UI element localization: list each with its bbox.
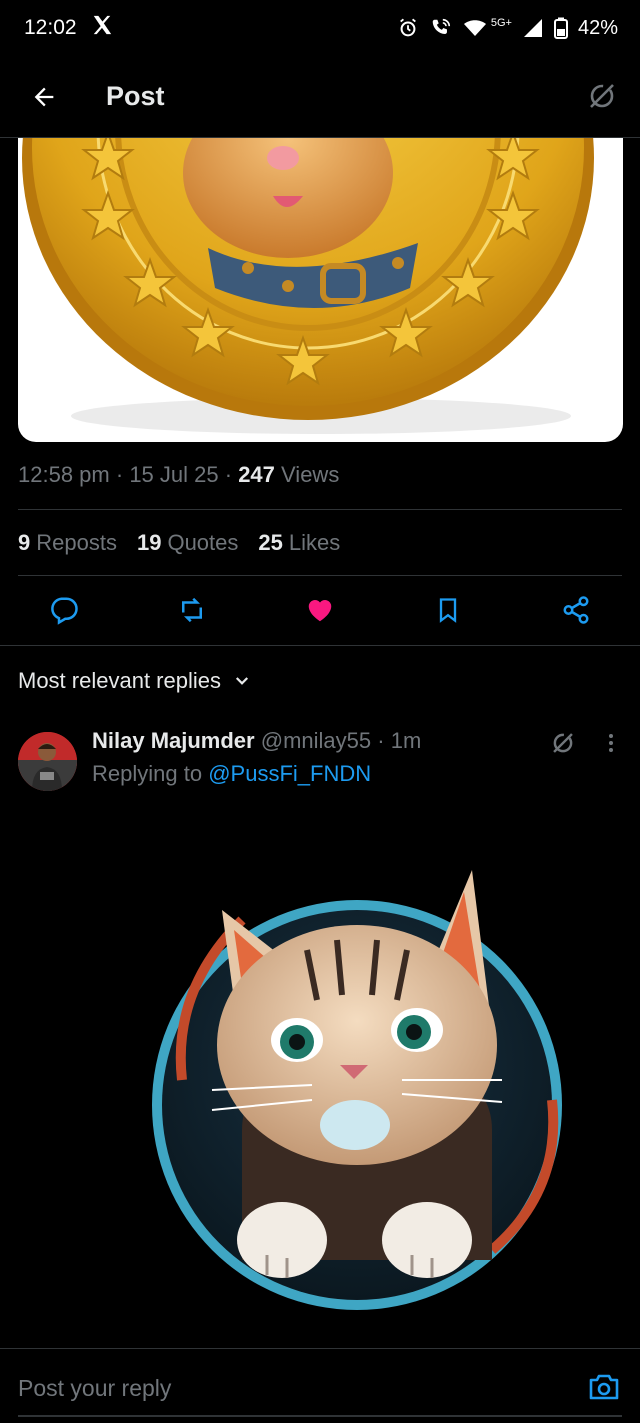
reply-author-handle[interactable]: @mnilay55 [261, 728, 371, 753]
bookmark-button[interactable] [424, 586, 472, 634]
top-app-bar: Post [0, 56, 640, 138]
reply-input[interactable]: Post your reply [18, 1375, 171, 1402]
signal-icon [522, 17, 544, 39]
grok-button[interactable] [582, 76, 622, 116]
back-arrow-icon [34, 87, 54, 106]
post-date: 15 Jul 25 [129, 462, 219, 487]
reposts-stat[interactable]: 9 Reposts [18, 530, 117, 556]
divider [0, 645, 640, 646]
reply-author-name[interactable]: Nilay Majumder [92, 728, 255, 753]
post-image[interactable] [18, 138, 623, 442]
reply-more-button[interactable] [596, 726, 626, 760]
replying-prefix: Replying to [92, 761, 203, 786]
post-time: 12:58 pm [18, 462, 110, 487]
reply-age: 1m [390, 728, 422, 753]
views-count[interactable]: 247 [238, 462, 275, 487]
reply-button[interactable] [40, 586, 88, 634]
battery-level: 42% [577, 16, 618, 39]
reply-header: Nilay Majumder @mnilay55 · 1m [92, 728, 422, 753]
reply-icon [51, 597, 78, 625]
post-meta: 12:58 pm · 15 Jul 25 · 247 Views [18, 462, 340, 487]
reply-sort-dropdown[interactable]: Most relevant replies [18, 668, 251, 694]
avatar[interactable] [18, 732, 77, 791]
wifi-icon [463, 18, 487, 38]
divider [18, 575, 622, 576]
chevron-down-icon [235, 677, 249, 685]
replying-handle-link[interactable]: @PussFi_FNDN [208, 761, 371, 786]
battery-icon [553, 17, 568, 39]
post-stats: 9 Reposts 19 Quotes 25 Likes [18, 530, 340, 556]
network-type: 5G+ [490, 17, 512, 29]
repost-button[interactable] [168, 586, 216, 634]
divider [18, 509, 622, 510]
status-bar: 12:02 5G+ 42% [0, 0, 640, 56]
camera-button[interactable] [584, 1369, 624, 1405]
status-right: 5G+ 42% [397, 17, 618, 40]
status-left: 12:02 [24, 14, 113, 42]
heart-icon [308, 600, 332, 622]
composer-underline [18, 1415, 622, 1417]
alarm-icon [397, 17, 419, 39]
action-bar [0, 586, 640, 634]
wifi-call-icon [429, 17, 453, 39]
like-button[interactable] [296, 586, 344, 634]
reply-composer: Post your reply [0, 1348, 640, 1423]
more-vert-icon [609, 734, 613, 752]
back-button[interactable] [22, 75, 66, 119]
reply-image[interactable] [92, 830, 622, 1335]
share-icon [563, 596, 589, 624]
views-label: Views [281, 462, 340, 487]
grok-icon [553, 733, 573, 753]
page-title: Post [106, 81, 165, 111]
bookmark-icon [439, 598, 457, 623]
sort-label: Most relevant replies [18, 668, 221, 693]
x-logo-icon [91, 14, 113, 42]
reply-grok-button[interactable] [546, 726, 580, 760]
replying-to: Replying to @PussFi_FNDN [92, 761, 371, 787]
share-button[interactable] [552, 586, 600, 634]
camera-icon [589, 1374, 619, 1400]
status-time: 12:02 [24, 16, 77, 39]
likes-stat[interactable]: 25 Likes [258, 530, 340, 556]
grok-icon [590, 84, 614, 108]
repost-icon [182, 597, 202, 623]
quotes-stat[interactable]: 19 Quotes [137, 530, 238, 556]
